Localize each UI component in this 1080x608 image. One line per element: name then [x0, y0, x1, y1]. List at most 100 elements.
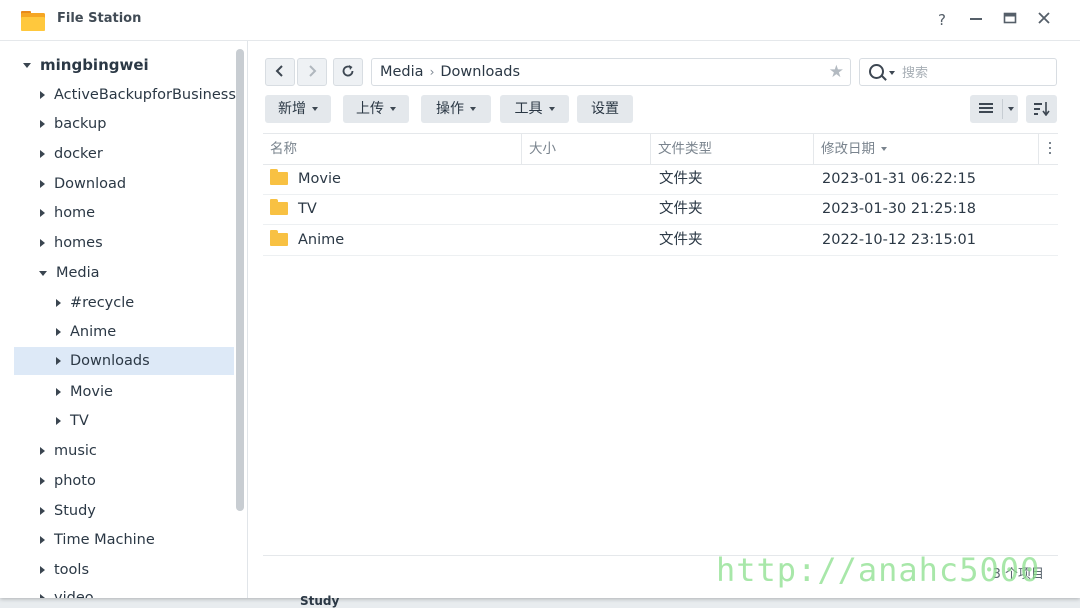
help-button[interactable]: ? [932, 10, 952, 30]
tree-item-study[interactable]: Study [40, 497, 96, 525]
view-mode-button[interactable] [970, 95, 1018, 123]
upload-button-label: 上传 [356, 101, 384, 117]
tree-label: Anime [70, 324, 117, 340]
search-dropdown-icon[interactable] [889, 71, 895, 75]
path-segment-downloads[interactable]: Downloads [440, 64, 520, 80]
tree-label: ActiveBackupforBusiness [54, 87, 236, 103]
tree-label: Time Machine [54, 532, 155, 548]
collapsed-arrow-icon [40, 477, 45, 485]
status-bar: 3 个项目 [263, 555, 1058, 586]
folder-icon [270, 230, 288, 246]
refresh-button[interactable] [333, 58, 363, 86]
column-options-icon[interactable] [1049, 142, 1052, 156]
tree-item-backup[interactable]: backup [40, 110, 106, 138]
tree-item-video[interactable]: video [40, 584, 94, 598]
tree-label: docker [54, 146, 103, 162]
chevron-down-icon [312, 107, 318, 111]
tree-label: tools [54, 562, 90, 578]
chevron-right-icon [309, 65, 317, 77]
tree-item-movie[interactable]: Movie [56, 378, 113, 406]
close-button[interactable] [1034, 10, 1054, 30]
folder-icon [270, 199, 288, 215]
tree-item-download[interactable]: Download [40, 170, 126, 198]
search-icon[interactable] [869, 64, 884, 79]
tree-item-photo[interactable]: photo [40, 467, 96, 495]
maximize-icon [1003, 12, 1017, 24]
file-name: TV [298, 201, 317, 217]
tree-item-media[interactable]: Media [39, 259, 100, 287]
upload-button[interactable]: 上传 [343, 95, 409, 123]
table-row[interactable]: Movie 文件夹 2023-01-31 06:22:15 [263, 164, 1058, 195]
tree-label: homes [54, 235, 103, 251]
title-bar[interactable]: File Station ? [0, 0, 1080, 41]
sidebar-scrollbar[interactable] [236, 49, 244, 511]
tree-item-tools[interactable]: tools [40, 556, 89, 584]
tree-label: video [54, 590, 94, 598]
column-header-type[interactable]: 文件类型 [651, 134, 814, 164]
table-row[interactable]: TV 文件夹 2023-01-30 21:25:18 [263, 194, 1058, 225]
folder-tree-sidebar: mingbingwei ActiveBackupforBusiness back… [0, 41, 248, 598]
collapsed-arrow-icon [56, 328, 61, 336]
tools-button[interactable]: 工具 [500, 95, 569, 123]
sort-button[interactable] [1026, 95, 1057, 123]
tree-item-home[interactable]: home [40, 199, 95, 227]
tree-item-docker[interactable]: docker [40, 140, 103, 168]
action-button[interactable]: 操作 [421, 95, 491, 123]
tree-item-music[interactable]: music [40, 437, 97, 465]
window-title: File Station [57, 11, 142, 26]
tree-root-mingbingwei[interactable]: mingbingwei [23, 51, 149, 79]
table-row[interactable]: Anime 文件夹 2022-10-12 23:15:01 [263, 225, 1058, 256]
collapsed-arrow-icon [40, 91, 45, 99]
file-modified: 2023-01-30 21:25:18 [822, 201, 976, 217]
collapsed-arrow-icon [40, 120, 45, 128]
file-name: Movie [298, 171, 341, 187]
tree-label: mingbingwei [40, 56, 149, 74]
expanded-arrow-icon [39, 270, 47, 276]
refresh-icon [342, 65, 354, 77]
collapsed-arrow-icon [40, 239, 45, 247]
minimize-button[interactable] [966, 10, 986, 30]
expanded-arrow-icon [23, 63, 31, 68]
search-input[interactable] [900, 62, 1054, 84]
minimize-icon [970, 18, 982, 20]
tree-label: music [54, 443, 97, 459]
collapsed-arrow-icon [40, 447, 45, 455]
column-header-modified[interactable]: 修改日期 [814, 134, 1039, 164]
collapsed-arrow-icon [40, 209, 45, 217]
chevron-down-icon [470, 107, 476, 111]
item-count: 3 个项目 [992, 567, 1044, 582]
search-box[interactable] [859, 58, 1057, 86]
new-button[interactable]: 新增 [265, 95, 331, 123]
path-segment-media[interactable]: Media [380, 64, 424, 80]
tree-item-tv[interactable]: TV [56, 407, 89, 435]
column-header-size[interactable]: 大小 [522, 134, 651, 164]
tree-item-anime[interactable]: Anime [56, 318, 116, 346]
collapsed-arrow-icon [56, 357, 61, 365]
path-bar[interactable]: Media › Downloads ★ [371, 58, 851, 86]
forward-button[interactable] [297, 58, 327, 86]
column-header-name[interactable]: 名称 [263, 134, 522, 164]
tree-item-homes[interactable]: homes [40, 229, 103, 257]
collapsed-arrow-icon [56, 299, 61, 307]
maximize-button[interactable] [1000, 10, 1020, 30]
file-type: 文件夹 [659, 171, 703, 187]
tree-label: Download [54, 176, 127, 192]
tree-label: Movie [70, 384, 113, 400]
background-window-text: Study [300, 594, 340, 608]
file-modified: 2023-01-31 06:22:15 [822, 171, 976, 187]
tree-label: Downloads [70, 353, 150, 369]
folder-icon [270, 169, 288, 185]
chevron-down-icon [1008, 107, 1014, 111]
favorite-star-icon[interactable]: ★ [829, 59, 844, 85]
back-button[interactable] [265, 58, 295, 86]
action-button-label: 操作 [436, 101, 464, 117]
tree-item-time-machine[interactable]: Time Machine [40, 526, 155, 554]
tree-item-recycle[interactable]: #recycle [56, 289, 134, 317]
settings-button[interactable]: 设置 [577, 95, 633, 123]
collapsed-arrow-icon [56, 388, 61, 396]
list-view-icon [979, 103, 993, 105]
file-type: 文件夹 [659, 232, 703, 248]
tree-item-activebackupforbusiness[interactable]: ActiveBackupforBusiness [40, 81, 236, 109]
file-name: Anime [298, 232, 345, 248]
tree-item-downloads[interactable]: Downloads [14, 347, 234, 375]
